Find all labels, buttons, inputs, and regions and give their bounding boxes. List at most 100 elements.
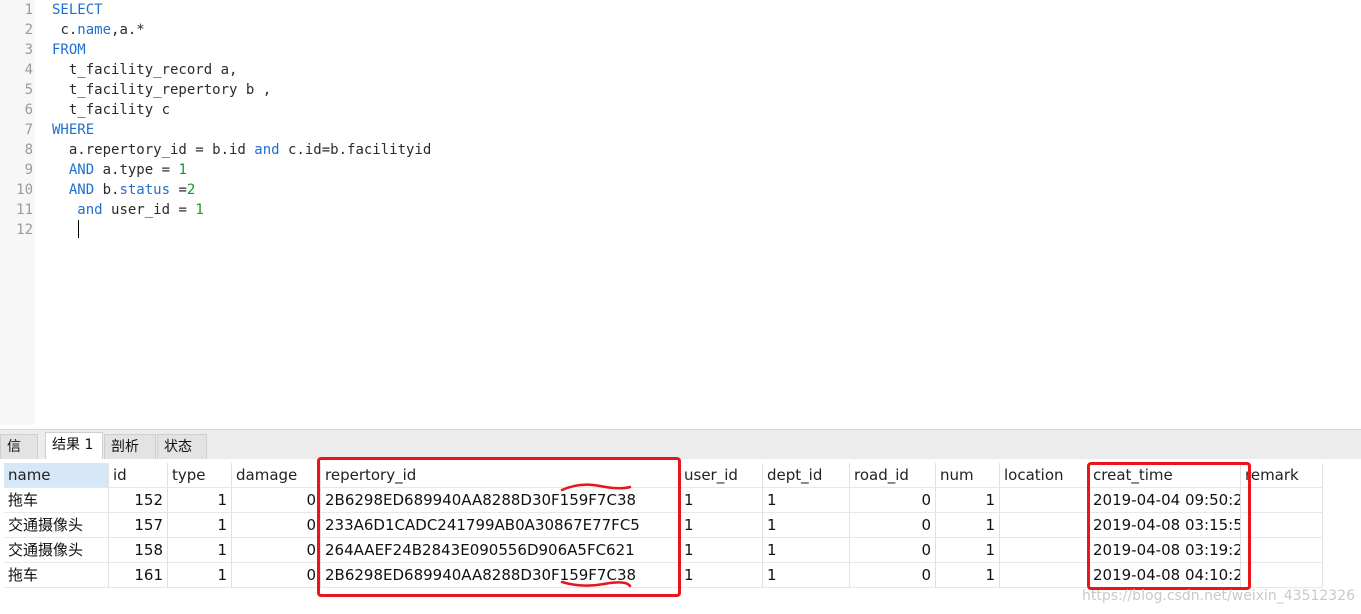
code-line[interactable]: WHERE [52, 120, 94, 140]
table-cell[interactable]: 0 [232, 513, 321, 538]
table-cell[interactable]: 1 [680, 538, 763, 563]
table-cell[interactable]: 1 [680, 513, 763, 538]
line-number: 11 [16, 202, 33, 218]
tab-info[interactable]: 信息 [0, 434, 38, 479]
table-cell[interactable]: 1 [168, 563, 232, 588]
table-cell[interactable]: 1 [763, 488, 850, 513]
table-cell[interactable]: 1 [936, 563, 1000, 588]
sql-keyword: name [77, 22, 112, 38]
sql-token: c. [60, 22, 78, 38]
column-header-id[interactable]: id [109, 463, 168, 488]
sql-keyword: AND [68, 182, 95, 198]
table-cell[interactable]: 交通摄像头 [4, 513, 109, 538]
column-header-user-id[interactable]: user_id [680, 463, 763, 488]
code-line[interactable]: FROM [52, 40, 86, 60]
table-cell[interactable]: 157 [109, 513, 168, 538]
table-cell[interactable]: 1 [168, 488, 232, 513]
table-cell[interactable] [1000, 538, 1089, 563]
table-cell[interactable]: 1 [763, 538, 850, 563]
table-cell[interactable]: 0 [850, 488, 936, 513]
code-line[interactable]: c.name,a.* [52, 20, 144, 40]
column-header-road-id[interactable]: road_id [850, 463, 936, 488]
sql-token: t_facility c [68, 102, 171, 118]
sql-token: c.id=b.facilityid [279, 142, 432, 158]
table-cell[interactable]: 1 [763, 563, 850, 588]
table-cell[interactable] [1241, 538, 1323, 563]
watermark: https://blog.csdn.net/weixin_43512326 [1082, 588, 1356, 604]
table-cell[interactable]: 1 [680, 488, 763, 513]
sql-keyword: FROM [52, 42, 86, 58]
line-number-gutter: 1 2 3 4 5 6 7 8 9 10 11 12 [0, 0, 35, 425]
code-line[interactable]: t_facility c [52, 100, 170, 120]
column-header-name[interactable]: name [4, 463, 109, 488]
sql-token: a.repertory_id = b.id [68, 142, 255, 158]
table-cell[interactable]: 1 [936, 538, 1000, 563]
table-cell[interactable] [1241, 563, 1323, 588]
sql-keyword: status [119, 182, 171, 198]
sql-token: b. [94, 182, 120, 198]
table-cell[interactable]: 158 [109, 538, 168, 563]
code-line[interactable]: and user_id = 1 [52, 200, 204, 220]
sql-number: 2 [186, 182, 196, 198]
line-number: 1 [24, 2, 33, 18]
table-cell[interactable]: 1 [168, 513, 232, 538]
column-header-location[interactable]: location [1000, 463, 1089, 488]
code-line[interactable]: SELECT [52, 0, 103, 20]
line-number: 10 [16, 182, 33, 198]
table-cell[interactable]: 161 [109, 563, 168, 588]
tab-profile[interactable]: 剖析 [104, 434, 156, 460]
sql-token: a.type = [94, 162, 179, 178]
sql-token: t_facility_record a, [68, 62, 238, 78]
creat-time-highlight-box [1087, 462, 1251, 590]
text-cursor [78, 220, 79, 238]
table-cell[interactable] [1000, 488, 1089, 513]
line-number: 4 [24, 62, 33, 78]
table-cell[interactable]: 交通摄像头 [4, 538, 109, 563]
table-cell[interactable]: 拖车 [4, 488, 109, 513]
line-number: 3 [24, 42, 33, 58]
table-cell[interactable] [1241, 513, 1323, 538]
table-cell[interactable]: 0 [232, 488, 321, 513]
table-cell[interactable] [1000, 513, 1089, 538]
column-header-dept-id[interactable]: dept_id [763, 463, 850, 488]
table-cell[interactable]: 1 [763, 513, 850, 538]
column-header-remark[interactable]: remark [1241, 463, 1323, 488]
code-line[interactable]: a.repertory_id = b.id and c.id=b.facilit… [52, 140, 431, 160]
line-number: 2 [24, 22, 33, 38]
table-cell[interactable]: 1 [936, 513, 1000, 538]
sql-editor[interactable]: 1 2 3 4 5 6 7 8 9 10 11 12 SELECT c.name,a.* FROM t_… [0, 0, 1361, 425]
table-cell[interactable]: 0 [850, 513, 936, 538]
table-cell[interactable]: 0 [232, 538, 321, 563]
column-header-type[interactable]: type [168, 463, 232, 488]
table-cell[interactable]: 0 [232, 563, 321, 588]
code-line[interactable]: AND a.type = 1 [52, 160, 187, 180]
column-header-damage[interactable]: damage [232, 463, 321, 488]
sql-keyword: AND [68, 162, 95, 178]
tab-result-1[interactable]: 结果 1 [45, 432, 103, 460]
table-cell[interactable]: 拖车 [4, 563, 109, 588]
sql-keyword: and [254, 142, 280, 158]
table-cell[interactable]: 0 [850, 563, 936, 588]
table-cell[interactable]: 1 [680, 563, 763, 588]
code-line[interactable]: AND b.status =2 [52, 180, 195, 200]
tab-status[interactable]: 状态 [157, 434, 207, 460]
code-line[interactable]: t_facility_repertory b , [52, 80, 271, 100]
underline-mark-row1 [560, 483, 632, 492]
sql-keyword: SELECT [52, 2, 103, 18]
code-line[interactable]: t_facility_record a, [52, 60, 238, 80]
table-cell[interactable] [1241, 488, 1323, 513]
sql-number: 1 [195, 202, 204, 218]
table-cell[interactable]: 152 [109, 488, 168, 513]
table-cell[interactable]: 0 [850, 538, 936, 563]
line-number: 6 [24, 102, 33, 118]
table-cell[interactable]: 1 [936, 488, 1000, 513]
table-cell[interactable] [1000, 563, 1089, 588]
table-cell[interactable]: 1 [168, 538, 232, 563]
column-header-num[interactable]: num [936, 463, 1000, 488]
